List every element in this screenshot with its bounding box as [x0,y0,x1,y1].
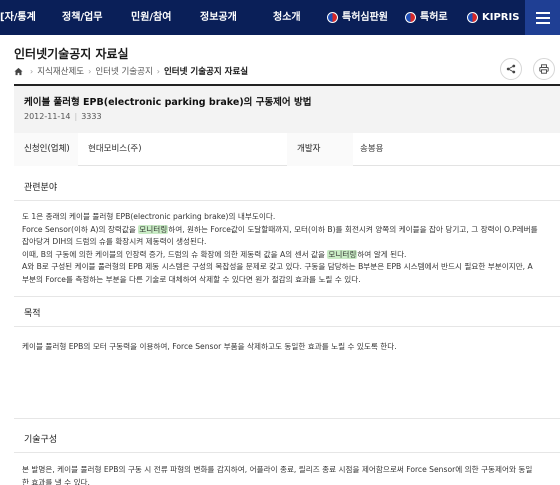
nav-item-office-intro[interactable]: 청소개 [273,0,301,35]
article-title: 케이블 풀러형 EPB(electronic parking brake)의 구… [24,97,312,108]
paragraph-line: A와 B로 구성된 케이블 풀러형의 EPB 제동 시스템은 구성의 복잡성을 … [22,261,548,274]
paragraph-line: 잡아당겨 DIH의 드럼의 슈를 확장시켜 제동력이 생성된다. [22,236,548,249]
paragraph-text: 케이블 풀러형 EPB의 모터 구동력을 이용하여, Force Sensor … [22,342,397,351]
section-heading-technology: 기술구성 [24,435,58,445]
divider [14,418,560,419]
paragraph-text: 도 1은 종래의 케이블 풀러형 EPB(electronic parking … [22,212,276,221]
breadcrumb-item-tech-notice[interactable]: 인터넷 기술공지 [95,65,152,77]
paragraph-text: 이때, B의 구동에 의한 케이블의 인장력 증가, 드럼의 슈 확장에 의한 … [22,249,328,259]
link-patent-tribunal-label: 특허심판원 [342,12,388,23]
share-button[interactable] [500,58,522,80]
applicant-label: 신청인(업체) [14,133,78,166]
divider [14,326,560,327]
paragraph-text: 하여, 원하는 Force값이 도달할때까지, 모터(이하 B)를 회전시켜 양… [168,224,538,234]
paragraph-line: 한 효과를 낼 수 있다. [22,477,548,485]
hamburger-menu-icon[interactable] [525,0,560,35]
nav-item-policy[interactable]: 정책/업무 [62,0,102,35]
paragraph-text: Force Sensor(이하 A)의 장력값을 [22,224,139,234]
taegeuk-icon [327,12,338,23]
article-date: 2012-11-14 [24,112,71,121]
nav-item-civil-complaint[interactable]: 민원/참여 [131,0,171,35]
paragraph-text: 본 발명은, 케이블 풀러형 EPB의 구동 시 전류 파형의 변화를 감지하여… [22,465,533,474]
paragraph-text: 한 효과를 낼 수 있다. [22,477,90,485]
link-patent-ro-label: 특허로 [420,12,448,23]
page-title: 인터넷기술공지 자료실 [14,47,129,61]
divider [14,452,560,453]
developer-value: 송봉용 [360,144,384,154]
section-heading-purpose: 목적 [24,309,41,319]
link-kipris[interactable]: KIPRIS [467,0,519,35]
link-patent-ro[interactable]: 특허로 [405,0,448,35]
article-views: 3333 [81,112,102,121]
nav-item-information-disclosure[interactable]: 정보공개 [200,0,237,35]
developer-label: 개발자 [287,133,353,166]
taegeuk-icon [405,12,416,23]
paragraph-line: 본 발명은, 케이블 풀러형 EPB의 구동 시 전류 파형의 변화를 감지하여… [22,464,548,477]
paragraph-line: 케이블 풀러형 EPB의 모터 구동력을 이용하여, Force Sensor … [22,341,548,354]
paragraph-line: 이때, B의 구동에 의한 케이블의 인장력 증가, 드럼의 슈 확장에 의한 … [22,249,548,262]
divider [14,200,560,201]
section-body-technology: 본 발명은, 케이블 풀러형 EPB의 구동 시 전류 파형의 변화를 감지하여… [22,464,548,485]
section-heading-related-field: 관련분야 [24,183,58,193]
top-navigation-bar: [자/통계 정책/업무 민원/참여 정보공개 청소개 특허심판원 특허로 KIP… [0,0,560,35]
applicant-value: 현대모비스(주) [88,144,142,154]
nav-item-statistics[interactable]: [자/통계 [0,0,36,35]
share-icon [506,64,516,74]
paragraph-line: 부분의 Force를 측정하는 부분을 다른 기술로 대체하여 삭제할 수 있다… [22,274,548,287]
section-body-purpose: 케이블 풀러형 EPB의 모터 구동력을 이용하여, Force Sensor … [22,341,548,354]
paragraph-line: 도 1은 종래의 케이블 풀러형 EPB(electronic parking … [22,211,548,224]
paragraph-line: Force Sensor(이하 A)의 장력값을 모니터링하여, 원하는 For… [22,224,548,237]
article-header: 케이블 풀러형 EPB(electronic parking brake)의 구… [14,84,560,133]
paragraph-text: 하여 알게 된다. [357,249,407,259]
breadcrumb-item-current: 인터넷 기술공지 자료실 [163,67,249,77]
paragraph-text: 부분의 Force를 측정하는 부분을 다른 기술로 대체하여 삭제할 수 있다… [22,274,361,284]
highlighted-term: 모니터링 [138,224,169,234]
breadcrumb-item-ip-system[interactable]: 지식재산제도 [37,65,84,77]
paragraph-text: 잡아당겨 DIH의 드럼의 슈를 확장시켜 제동력이 생성된다. [22,237,207,246]
divider [14,296,560,297]
highlighted-term: 모니터링 [327,249,358,259]
article-info-row: 신청인(업체) 현대모비스(주) 개발자 송봉용 [14,133,560,166]
link-kipris-label: KIPRIS [482,12,520,23]
home-icon[interactable] [14,67,23,76]
breadcrumb: › 지식재산제도 › 인터넷 기술공지 › 인터넷 기술공지 자료실 [14,65,248,77]
article-meta: 2012-11-14 | 3333 [24,112,102,121]
link-patent-tribunal[interactable]: 특허심판원 [327,0,388,35]
taegeuk-icon [467,12,478,23]
print-button[interactable] [533,58,555,80]
paragraph-text: A와 B로 구성된 케이블 풀러형의 EPB 제동 시스템은 구성의 복잡성을 … [22,262,533,271]
section-body-related-field: 도 1은 종래의 케이블 풀러형 EPB(electronic parking … [22,211,548,286]
print-icon [539,64,549,74]
